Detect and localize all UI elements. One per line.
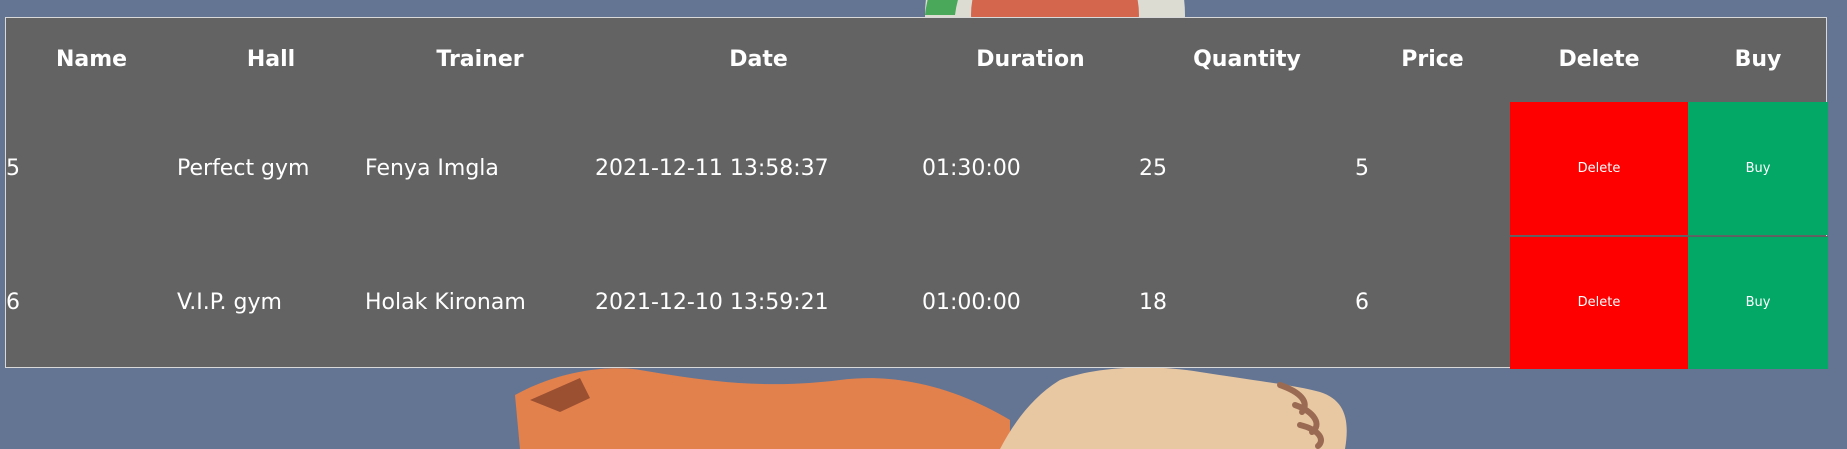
header-date: Date [729,47,788,72]
header-trainer: Trainer [436,47,524,72]
cell-quantity: 18 [1139,289,1167,315]
cell-hall: V.I.P. gym [177,289,282,315]
header-name: Name [55,47,128,72]
table-header-row: Name Hall Trainer Date Duration Quantity… [6,18,1828,101]
buy-cell: Buy [1688,235,1828,369]
delete-button[interactable]: Delete [1510,235,1688,369]
header-duration: Duration [976,47,1085,72]
buy-button[interactable]: Buy [1688,235,1828,369]
header-price: Price [1401,47,1464,72]
table-row: 5 Perfect gym Fenya Imgla 2021-12-11 13:… [6,101,1828,235]
buy-cell: Buy [1688,101,1828,235]
sessions-table: Name Hall Trainer Date Duration Quantity… [6,18,1828,369]
cell-hall: Perfect gym [177,155,310,181]
table-row: 6 V.I.P. gym Holak Kironam 2021-12-10 13… [6,235,1828,369]
sessions-table-container: Name Hall Trainer Date Duration Quantity… [5,17,1828,369]
delete-button[interactable]: Delete [1510,101,1688,235]
header-buy: Buy [1734,47,1782,72]
header-quantity: Quantity [1193,47,1301,72]
cell-price: 6 [1355,289,1369,315]
cell-name: 5 [6,155,20,181]
delete-cell: Delete [1510,101,1688,235]
cell-trainer: Fenya Imgla [365,155,499,181]
buy-button[interactable]: Buy [1688,101,1828,235]
header-hall: Hall [246,47,296,72]
cell-name: 6 [6,289,20,315]
cell-duration: 01:00:00 [922,289,1021,315]
delete-cell: Delete [1510,235,1688,369]
cell-date: 2021-12-10 13:59:21 [595,289,829,315]
cell-price: 5 [1355,155,1369,181]
cell-duration: 01:30:00 [922,155,1021,181]
header-delete: Delete [1558,47,1640,72]
cell-trainer: Holak Kironam [365,289,526,315]
cell-date: 2021-12-11 13:58:37 [595,155,829,181]
cell-quantity: 25 [1139,155,1167,181]
